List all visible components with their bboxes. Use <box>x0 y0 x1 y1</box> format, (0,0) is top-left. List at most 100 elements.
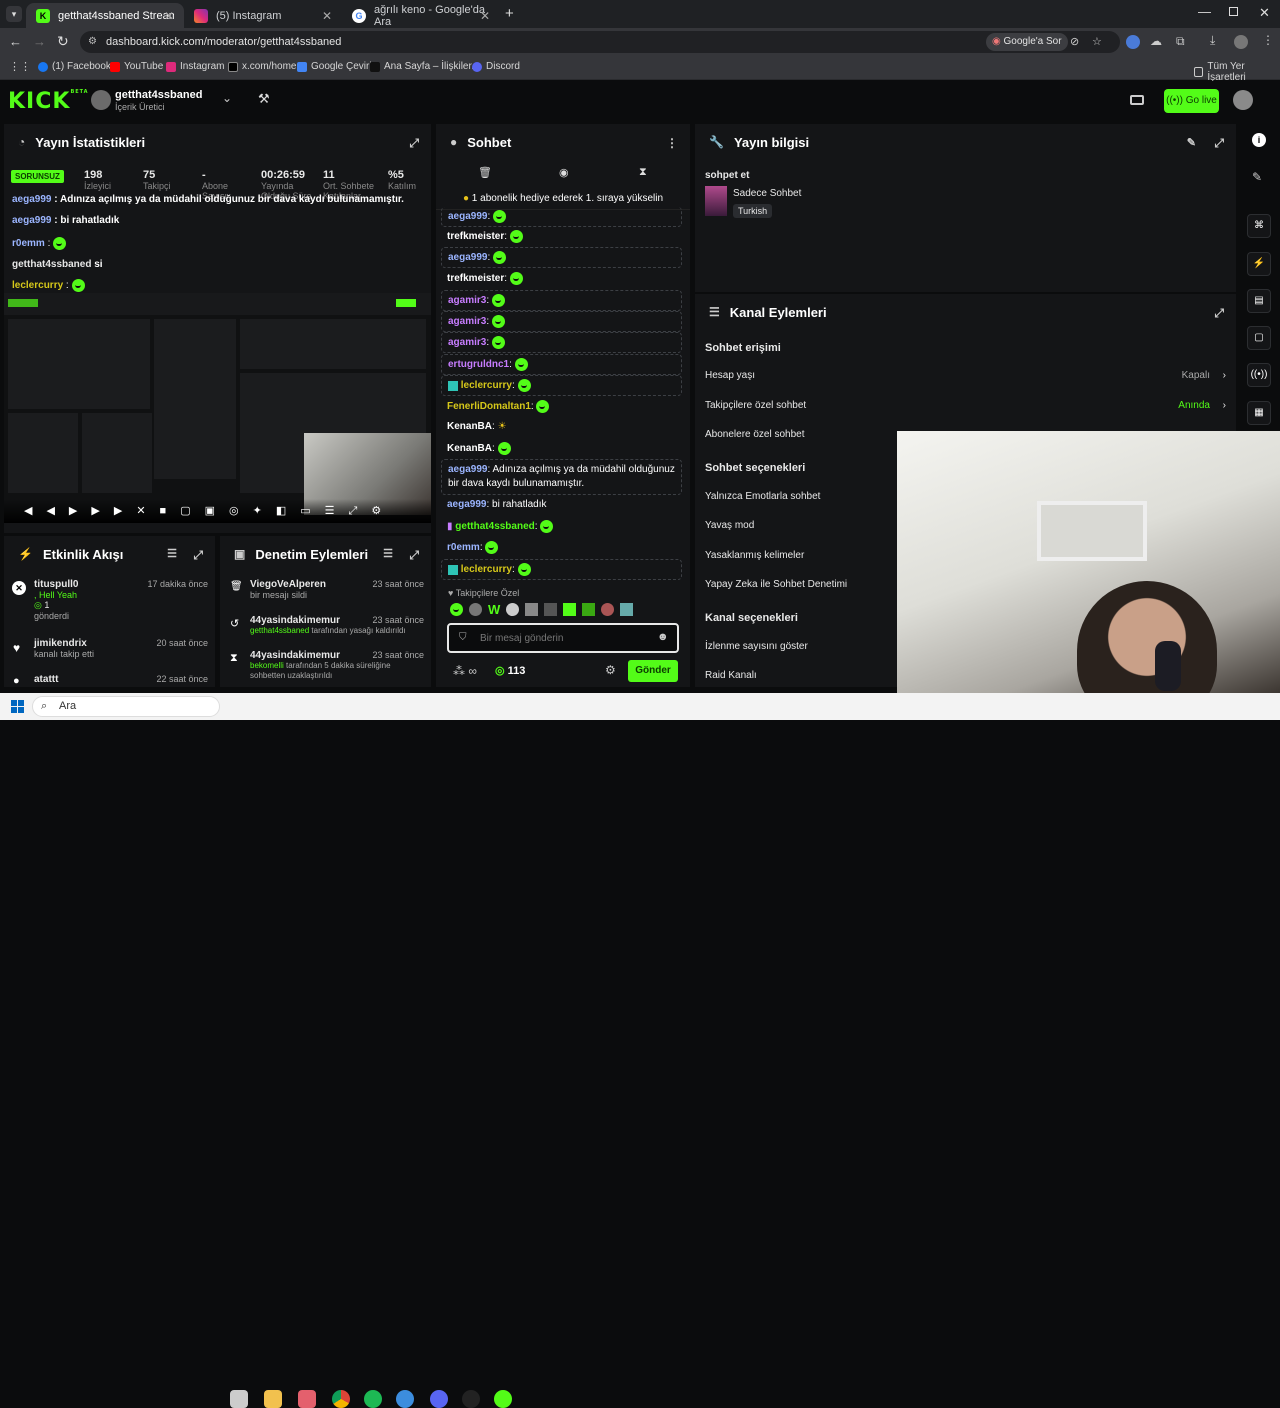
layers-icon[interactable]: ▦ <box>1247 401 1271 425</box>
creator-mode-icon[interactable] <box>1130 95 1144 105</box>
bookmark-facebook[interactable]: (1) Facebook <box>38 61 111 72</box>
chat-message[interactable]: aega999: Adınıza açılmış ya da müdahil o… <box>441 459 682 495</box>
emote-icon[interactable] <box>544 603 558 616</box>
hammer-icon[interactable]: ⚒ <box>258 91 270 107</box>
close-icon[interactable]: ✕ <box>480 9 490 23</box>
menu-icon[interactable]: ⋮ <box>1262 33 1274 47</box>
filter-icon[interactable]: ☰ <box>167 547 177 560</box>
chat-message[interactable]: agamir3: <box>441 290 682 311</box>
row-emotes-only[interactable]: Yalnızca Emotlarla sohbet <box>705 491 820 502</box>
settings-icon[interactable] <box>396 1390 414 1408</box>
star-icon[interactable]: ☆ <box>1092 31 1102 53</box>
extension-icon[interactable]: ☁ <box>1150 34 1162 48</box>
emote-icon[interactable] <box>506 603 520 616</box>
kebab-menu-icon[interactable]: ⋮ <box>666 136 678 150</box>
activity-item[interactable]: ♥ jimikendrix 20 saat önce kanalı takip e… <box>12 638 208 659</box>
row-ai-moderation[interactable]: Yapay Zeka ile Sohbet Denetimi <box>705 579 847 590</box>
bookmark-discord[interactable]: Discord <box>472 61 520 72</box>
sparkle-icon[interactable]: ✦ <box>253 505 276 517</box>
edit-icon[interactable]: ✎ <box>1187 136 1196 149</box>
bookmark-translate[interactable]: Google Çeviri <box>297 61 372 72</box>
expand-icon[interactable]: ⤢ <box>409 548 419 563</box>
emote-icon[interactable] <box>525 603 539 616</box>
row-slow-mode[interactable]: Yavaş mod <box>705 520 754 531</box>
user-avatar[interactable] <box>1233 90 1253 110</box>
expand-icon[interactable]: ⤢ <box>409 136 419 151</box>
emoji-icon[interactable]: ☻ <box>657 631 669 643</box>
close-icon[interactable]: ✕ <box>322 9 332 23</box>
clip-icon[interactable]: ▣ <box>205 505 229 517</box>
crop-icon[interactable]: ▢ <box>180 505 204 517</box>
profile-avatar[interactable] <box>1234 35 1248 49</box>
chat-message[interactable]: r0emm: <box>441 538 682 557</box>
close-icon[interactable]: ✕ <box>164 9 174 23</box>
hourglass-icon[interactable]: ⧗ <box>639 166 647 179</box>
extension-icon[interactable] <box>1126 35 1140 49</box>
bookmark-x[interactable]: x.com/home <box>228 61 296 72</box>
emote-icon[interactable] <box>582 603 596 616</box>
stream-preview[interactable]: ◀◀▶▶▶✕■▢▣◎✦◧▭☰⤢⚙ <box>4 293 431 523</box>
chevron-down-icon[interactable]: ⌄ <box>222 91 232 105</box>
tab-list-dropdown-icon[interactable]: ▾ <box>6 6 22 22</box>
emote-icon[interactable] <box>469 603 482 616</box>
qr-icon[interactable]: ⌘ <box>1247 214 1271 238</box>
address-bar[interactable]: ⚙ dashboard.kick.com/moderator/getthat4s… <box>80 31 1120 53</box>
chat-message[interactable]: ertugruldnc1: <box>441 354 682 375</box>
mute-icon[interactable]: ✕ <box>136 505 159 517</box>
replay-icon[interactable]: ◎ <box>229 505 253 517</box>
restore-button[interactable] <box>1229 7 1238 16</box>
bookmark-instagram[interactable]: Instagram <box>166 61 224 72</box>
rewind-icon[interactable]: ◀◀ <box>24 505 69 517</box>
extensions-puzzle-icon[interactable]: ⧉ <box>1176 34 1185 49</box>
reload-icon[interactable]: ↻ <box>57 33 69 50</box>
expand-icon[interactable]: ⤢ <box>1214 306 1224 321</box>
channel-name[interactable]: getthat4ssbaned <box>115 89 202 101</box>
activity-item[interactable]: ✕ tituspull0 17 dakika önce , Hell Yeah ◎… <box>12 579 208 621</box>
trash-icon[interactable]: 🗑 <box>478 166 492 179</box>
forward-icon[interactable]: ▶▶ <box>91 505 136 517</box>
download-icon[interactable]: ⤓ <box>1210 33 1215 48</box>
minimize-button[interactable]: — <box>1198 4 1211 19</box>
obs-icon[interactable] <box>462 1390 480 1408</box>
channel-points[interactable]: ◎ 113 <box>495 664 525 677</box>
forward-icon[interactable]: → <box>33 34 46 49</box>
category-name[interactable]: Sadece Sohbet <box>733 188 801 199</box>
chrome-icon[interactable] <box>332 1390 350 1408</box>
snipping-icon[interactable] <box>298 1390 316 1408</box>
google-sor-button[interactable]: ◉ Google'a Sor <box>986 33 1068 51</box>
filter-icon[interactable]: ☰ <box>383 547 393 560</box>
moderation-item[interactable]: ⧗ 44yasindakimemur 23 saat önce bekomelli… <box>228 650 424 681</box>
chat-message[interactable]: agamir3: <box>441 332 682 353</box>
kick-studio-icon[interactable] <box>494 1390 512 1408</box>
chat-message[interactable]: trefkmeister: <box>441 227 682 246</box>
send-button[interactable]: Gönder <box>628 660 678 682</box>
chat-message[interactable]: aega999: bi rahatladık <box>441 496 682 513</box>
play-icon[interactable]: ▶ <box>69 505 91 517</box>
chat-settings-icon[interactable]: ⁂ ∞ <box>453 664 477 678</box>
channel-avatar[interactable] <box>91 90 111 110</box>
theater-icon[interactable]: ▭ <box>300 505 324 517</box>
eye-off-icon[interactable]: ⊘ <box>1070 31 1079 53</box>
chat-message[interactable]: KenanBA: <box>441 439 682 458</box>
row-banned-words[interactable]: Yasaklanmış kelimeler <box>705 550 804 561</box>
new-tab-button[interactable]: + <box>505 5 514 22</box>
task-view-icon[interactable] <box>230 1390 248 1408</box>
go-live-button[interactable]: ((•)) Go live <box>1164 89 1219 113</box>
chat-icon[interactable]: ▢ <box>1247 326 1271 350</box>
row-subs-chat[interactable]: Abonelere özel sohbet <box>705 429 805 440</box>
emote-icon[interactable] <box>450 603 463 616</box>
row-show-viewers[interactable]: İzlenme sayısını göster <box>705 641 808 652</box>
expand-icon[interactable]: ⤢ <box>1214 136 1224 151</box>
start-icon[interactable] <box>11 700 24 713</box>
chat-message[interactable]: aega999: <box>441 207 682 227</box>
camera-icon[interactable]: ■ <box>160 505 181 517</box>
expand-icon[interactable]: ⤢ <box>193 548 203 563</box>
chat-message[interactable]: leclercurry: <box>441 559 682 580</box>
file-explorer-icon[interactable] <box>264 1390 282 1408</box>
lightning-icon[interactable]: ⚡ <box>1247 252 1271 276</box>
all-bookmarks[interactable]: Tüm Yer İşaretleri <box>1194 61 1280 83</box>
row-raid[interactable]: Raid Kanalı <box>705 670 757 681</box>
close-window-button[interactable]: ✕ <box>1259 5 1270 21</box>
tab-instagram[interactable]: (5) Instagram ✕ <box>184 3 342 28</box>
activity-item[interactable]: ● atattt 22 saat önce <box>12 674 208 687</box>
